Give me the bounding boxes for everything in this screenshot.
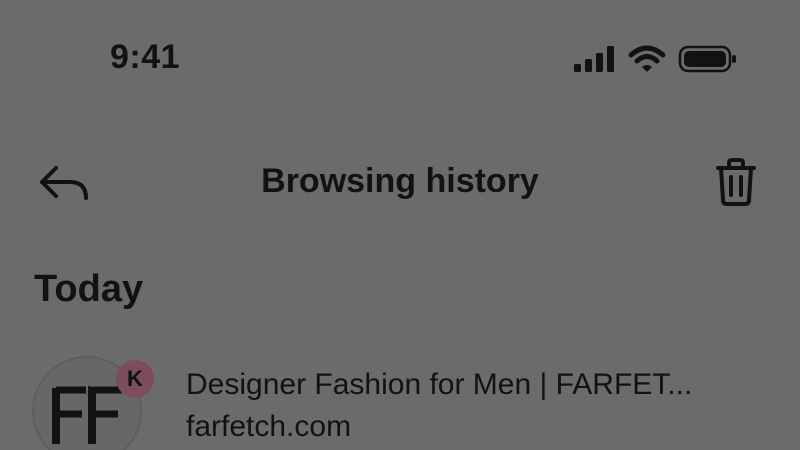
- history-item-url: farfetch.com: [186, 410, 352, 443]
- trash-icon: [708, 158, 764, 214]
- cellular-signal-icon: [572, 44, 616, 74]
- page-title: Browsing history: [261, 162, 539, 200]
- account-badge: K: [116, 360, 154, 398]
- status-icons: [572, 44, 738, 74]
- history-item[interactable]: K Designer Fashion for Men | FARFET... f…: [0, 348, 800, 450]
- history-item-title: Designer Fashion for Men | FARFET...: [186, 368, 693, 401]
- status-bar: 9:41: [0, 0, 800, 110]
- battery-icon: [678, 44, 738, 74]
- section-title-today: Today: [34, 268, 144, 310]
- nav-bar: Browsing history: [0, 140, 800, 224]
- status-time: 9:41: [110, 38, 181, 76]
- delete-history-button[interactable]: [708, 154, 764, 210]
- wifi-icon: [628, 44, 666, 74]
